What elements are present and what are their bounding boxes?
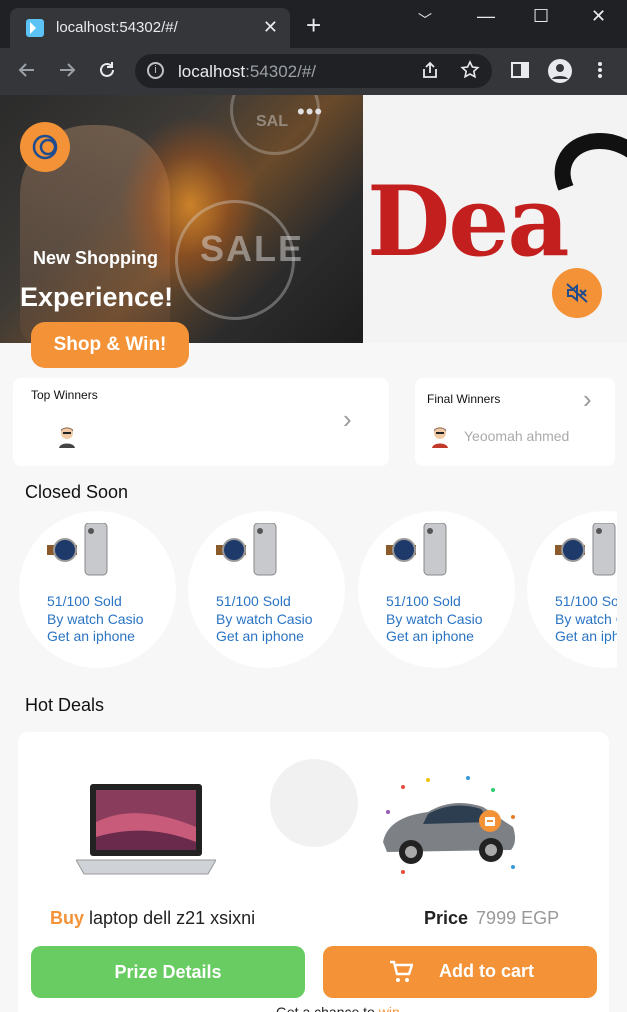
app-page: SAL SALE Dea ••• New Shopping Experience… [0,95,627,1012]
final-winners-title: Final Winners [427,392,501,406]
loading-placeholder [270,759,358,847]
chance-text: Get a chance to win [276,1004,400,1012]
price-label: Price [424,908,469,928]
get-prize: Get an iphone [555,628,617,644]
promo-subtitle: New Shopping [33,248,158,268]
closed-soon-title: Closed Soon [25,482,129,502]
sold-count: 51/100 Sold [555,593,617,609]
top-winners-chevron-icon[interactable]: › [343,406,352,432]
top-winners-card[interactable]: Top Winners › [13,378,389,466]
browser-chrome: localhost:54302/#/ ✕ + ﹀ — ☐ ✕ i localho… [0,0,627,95]
buy-word: Buy [50,908,85,928]
side-panel-icon[interactable] [510,60,530,85]
final-winners-card[interactable]: Final Winners › Yeoomah ahmed [415,378,615,466]
reload-icon[interactable] [97,60,117,85]
more-dots-icon[interactable]: ••• [297,101,323,123]
laptop-image [76,784,216,875]
by-product: By watch Casio [555,611,617,627]
price-line: Price 7999 EGP [424,908,559,929]
closed-soon-item[interactable]: 51/100 Sold By watch Casio Get an iphone [188,511,345,668]
winner-avatar-icon [59,427,75,448]
forward-icon[interactable] [57,60,77,85]
closed-soon-item[interactable]: 51/100 Sold By watch Casio Get an iphone [527,511,617,668]
final-winners-chevron-icon[interactable]: › [583,386,592,412]
add-to-cart-button[interactable]: Add to cart [323,946,597,998]
flutter-icon [26,19,44,37]
profile-avatar-icon[interactable] [548,59,572,88]
back-icon[interactable] [17,60,37,85]
sold-count: 51/100 Sold [386,593,461,609]
watch-iphone-image [47,523,108,576]
watch-iphone-image [386,523,447,576]
product-name: laptop dell z21 xsixni [89,908,256,928]
top-winners-title: Top Winners [31,388,98,402]
sold-count: 51/100 Sold [216,593,291,609]
sale-text: SALE [200,228,305,269]
minimize-button[interactable]: — [477,6,495,27]
banner-deal-word: Dea [367,165,570,278]
hot-deals-title: Hot Deals [25,695,105,715]
tab-close-icon[interactable]: ✕ [263,17,278,38]
shop-and-win-button[interactable]: Shop & Win! [31,322,189,368]
add-to-cart-label: Add to cart [439,961,535,981]
menu-kebab-icon[interactable] [595,60,605,85]
by-product: By watch Casio [47,611,144,627]
browser-tab[interactable]: localhost:54302/#/ ✕ [10,8,290,48]
bookmark-star-icon[interactable] [460,60,480,85]
closed-soon-item[interactable]: 51/100 Sold By watch Casio Get an iphone [19,511,176,668]
product-line: Buy laptop dell z21 xsixni [50,908,255,929]
get-prize: Get an iphone [216,628,304,644]
closed-soon-clip: 51/100 Sold By watch Casio Get an iphone [527,511,617,668]
share-icon[interactable] [420,60,440,85]
hot-deal-card[interactable]: Buy laptop dell z21 xsixni Price 7999 EGP… [18,732,609,1012]
watch-iphone-image [216,523,277,576]
sold-count: 51/100 Sold [47,593,122,609]
new-tab-button[interactable]: + [306,12,321,38]
browser-toolbar: i localhost:54302/#/ [0,48,627,95]
watch-iphone-image [555,523,616,576]
close-window-button[interactable]: ✕ [591,6,606,27]
cart-icon [390,960,413,982]
promo-title: Experience! [20,282,174,312]
tab-title: localhost:54302/#/ [56,19,178,36]
price-value: 7999 EGP [476,908,560,928]
get-prize: Get an iphone [386,628,474,644]
mute-button[interactable] [552,268,602,318]
volume-off-icon [566,283,588,303]
get-prize: Get an iphone [47,628,135,644]
prize-details-button[interactable]: Prize Details [31,946,305,998]
info-icon[interactable]: i [147,62,164,79]
by-product: By watch Casio [216,611,313,627]
tab-search-icon[interactable]: ﹀ [418,10,432,30]
maximize-button[interactable]: ☐ [533,6,549,27]
winner-avatar-icon [432,427,448,448]
sale-text-small: SAL [256,113,288,130]
url-text: localhost:54302/#/ [178,62,317,81]
closed-soon-item[interactable]: 51/100 Sold By watch Casio Get an iphone [358,511,515,668]
by-product: By watch Casio [386,611,483,627]
auction-badge-icon [479,810,501,832]
final-winner-name: Yeoomah ahmed [464,428,570,444]
address-bar[interactable]: i localhost:54302/#/ [135,54,492,88]
logo-ring-button[interactable] [20,122,70,172]
